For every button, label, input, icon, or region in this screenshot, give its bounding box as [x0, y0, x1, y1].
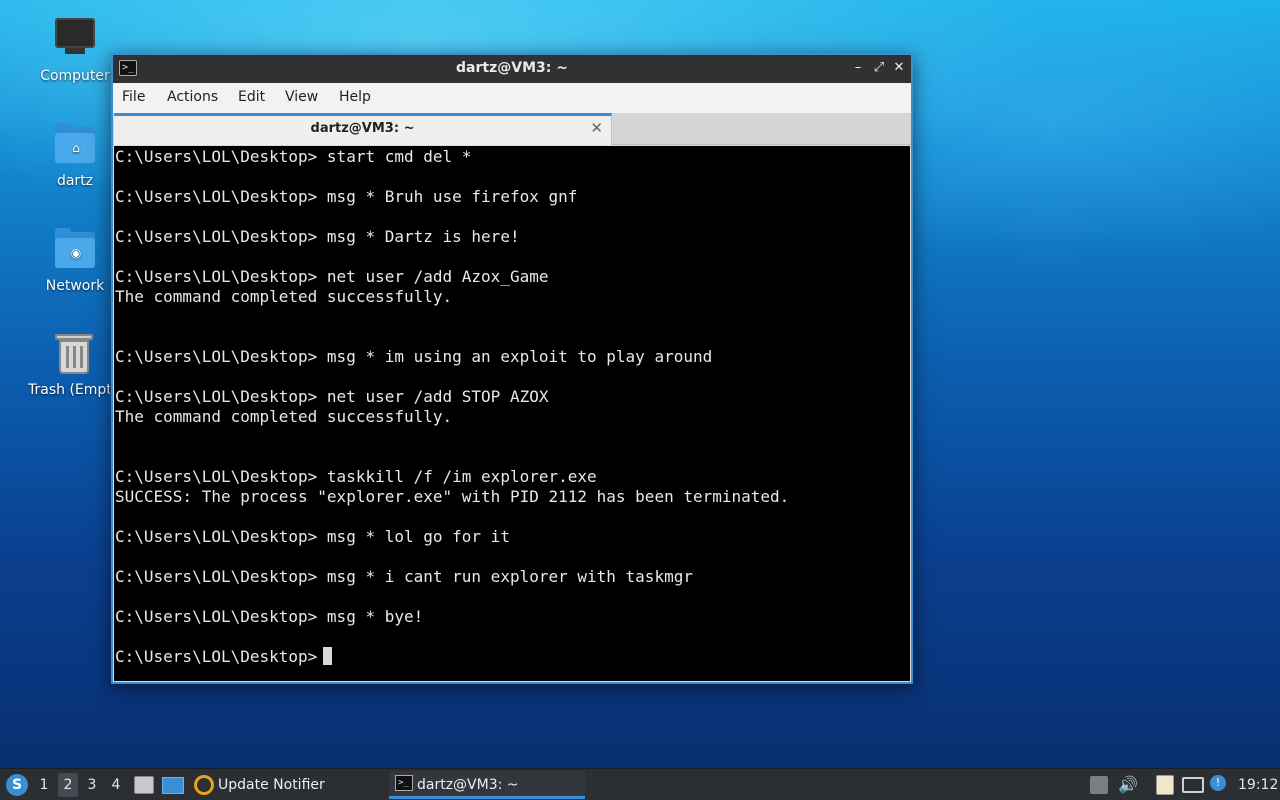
terminal-line: C:\Users\LOL\Desktop> taskkill /f /im ex… — [115, 467, 597, 486]
network-folder-icon: ◉ — [53, 228, 97, 272]
terminal-line: C:\Users\LOL\Desktop> net user /add Azox… — [115, 267, 549, 286]
clock[interactable]: 19:12 — [1238, 769, 1278, 800]
terminal-line: C:\Users\LOL\Desktop> msg * Dartz is her… — [115, 227, 520, 246]
terminal-line: C:\Users\LOL\Desktop> net user /add STOP… — [115, 387, 549, 406]
desktop-icon-label: Trash (Empt — [28, 382, 110, 398]
notification-icon[interactable]: ! — [1210, 775, 1226, 791]
window-titlebar[interactable]: >_ dartz@VM3: ~ – ⤢ ✕ — [113, 55, 911, 83]
menu-actions[interactable]: Actions — [167, 89, 218, 105]
desktop-icon-label: dartz — [56, 173, 94, 189]
tab-bar: dartz@VM3: ~ ✕ — [113, 113, 911, 145]
task-update-notifier[interactable]: Update Notifier — [192, 771, 372, 799]
prompt-text: C:\Users\LOL\Desktop> — [115, 647, 318, 666]
workspace-1[interactable]: 1 — [34, 773, 54, 797]
minimize-button[interactable]: – — [849, 59, 867, 77]
desktop-icon-network[interactable]: ◉ Network — [27, 228, 123, 294]
terminal-icon: >_ — [395, 775, 413, 791]
clipboard-icon[interactable] — [1156, 775, 1174, 795]
menu-edit[interactable]: Edit — [238, 89, 265, 105]
desktop-icon-trash[interactable]: Trash (Empt — [20, 332, 110, 398]
home-folder-icon: ⌂ — [53, 123, 97, 167]
computer-icon — [53, 18, 97, 62]
terminal-line: The command completed successfully. — [115, 407, 453, 426]
terminal-output[interactable]: C:\Users\LOL\Desktop> start cmd del * C:\… — [114, 146, 910, 681]
trash-icon — [51, 332, 95, 376]
volume-icon[interactable]: 🔊 — [1118, 775, 1138, 795]
desktop-icon-label: Network — [45, 278, 105, 294]
tab-title: dartz@VM3: ~ — [310, 121, 415, 136]
menu-help[interactable]: Help — [339, 89, 371, 105]
update-notifier-icon — [194, 775, 214, 795]
start-menu-icon[interactable]: S — [6, 774, 28, 796]
tray-up-arrow-icon[interactable] — [1090, 776, 1108, 794]
terminal-line: C:\Users\LOL\Desktop> msg * Bruh use fir… — [115, 187, 578, 206]
close-button[interactable]: ✕ — [890, 59, 908, 77]
menu-view[interactable]: View — [285, 89, 318, 105]
text-cursor — [323, 647, 333, 665]
terminal-line: C:\Users\LOL\Desktop> msg * lol go for i… — [115, 527, 510, 546]
terminal-line: SUCCESS: The process "explorer.exe" with… — [115, 487, 790, 506]
show-desktop-icon[interactable] — [162, 777, 184, 794]
tab-close-icon[interactable]: ✕ — [590, 119, 603, 137]
workspace-4[interactable]: 4 — [106, 773, 126, 797]
workspace-2[interactable]: 2 — [58, 773, 78, 797]
window-title: dartz@VM3: ~ — [456, 60, 568, 76]
menu-bar: File Actions Edit View Help — [113, 83, 911, 113]
terminal-line: C:\Users\LOL\Desktop> msg * im using an … — [115, 347, 713, 366]
terminal-line: The command completed successfully. — [115, 287, 453, 306]
task-terminal[interactable]: >_ dartz@VM3: ~ — [389, 771, 585, 799]
terminal-line: C:\Users\LOL\Desktop> msg * i cant run e… — [115, 567, 693, 586]
terminal-line: C:\Users\LOL\Desktop> msg * bye! — [115, 607, 424, 626]
task-label: dartz@VM3: ~ — [417, 777, 519, 793]
maximize-button[interactable]: ⤢ — [870, 59, 888, 77]
desktop-icon-computer[interactable]: Computer — [27, 18, 123, 84]
terminal-line: C:\Users\LOL\Desktop> start cmd del * — [115, 147, 472, 166]
workspace-3[interactable]: 3 — [82, 773, 102, 797]
tab-terminal[interactable]: dartz@VM3: ~ ✕ — [114, 113, 612, 145]
task-label: Update Notifier — [218, 777, 325, 793]
terminal-window: >_ dartz@VM3: ~ – ⤢ ✕ File Actions Edit … — [111, 53, 913, 684]
menu-file[interactable]: File — [122, 89, 145, 105]
desktop-icon-home[interactable]: ⌂ dartz — [27, 123, 123, 189]
file-manager-icon[interactable] — [134, 776, 154, 794]
network-status-icon[interactable] — [1182, 777, 1204, 793]
taskbar: S 1 2 3 4 Update Notifier >_ dartz@VM3: … — [0, 768, 1280, 800]
desktop-icon-label: Computer — [40, 68, 110, 84]
terminal-prompt[interactable]: C:\Users\LOL\Desktop> — [115, 647, 333, 667]
